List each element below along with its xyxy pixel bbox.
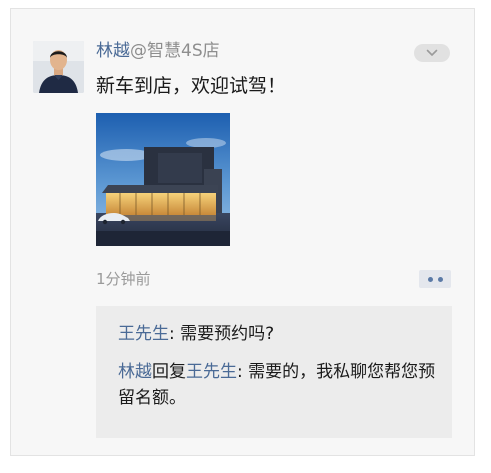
comment-dots-icon xyxy=(427,276,433,282)
comment-button[interactable] xyxy=(419,270,451,288)
comment-item: 王先生: 需要预约吗? xyxy=(118,321,438,347)
comments-panel: 王先生: 需要预约吗? 林越回复王先生: 需要的，我私聊您帮您预留名额。 xyxy=(96,306,452,438)
reply-to-user[interactable]: 王先生 xyxy=(186,362,237,382)
post-timestamp: 1分钟前 xyxy=(96,270,151,288)
moment-card: 林越@智慧4S店 新车到店，欢迎试驾！ 1分钟前 王先生: 需要预约吗? 林越回… xyxy=(10,8,475,456)
comment-separator: : xyxy=(237,362,249,382)
showroom-image xyxy=(96,113,230,246)
comment-dots-icon xyxy=(437,276,443,282)
comment-separator: : xyxy=(169,324,181,344)
comment-author[interactable]: 王先生 xyxy=(118,324,169,344)
comment-item: 林越回复王先生: 需要的，我私聊您帮您预留名额。 xyxy=(118,359,438,411)
avatar-image xyxy=(33,41,84,93)
comment-author[interactable]: 林越 xyxy=(118,362,152,382)
author-line: 林越@智慧4S店 xyxy=(96,40,220,62)
post-menu-button[interactable] xyxy=(414,44,450,62)
reply-word: 回复 xyxy=(152,362,186,382)
avatar[interactable] xyxy=(33,41,84,93)
post-text: 新车到店，欢迎试驾！ xyxy=(96,75,287,97)
chevron-down-icon xyxy=(426,49,438,56)
comment-text: 需要预约吗? xyxy=(180,324,275,344)
author-name[interactable]: 林越 xyxy=(96,41,130,61)
author-handle: @智慧4S店 xyxy=(130,41,220,61)
post-photo[interactable] xyxy=(96,113,230,246)
